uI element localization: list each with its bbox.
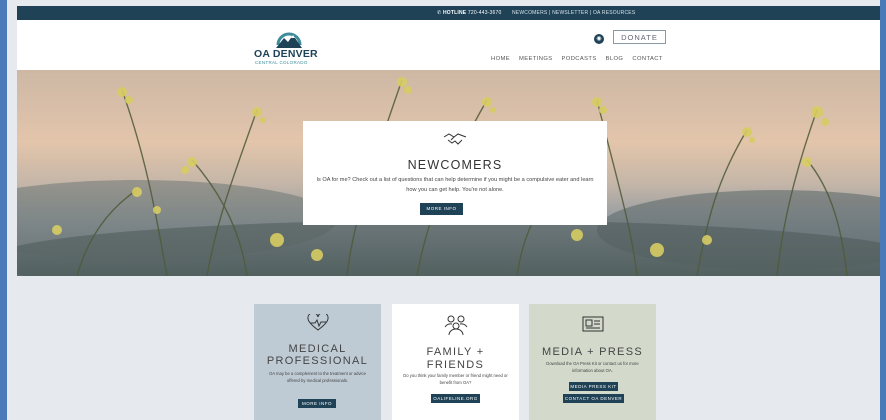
family-text: Do you think your family member or frien… [403,373,508,385]
hero-banner: NEWCOMERS Is OA for me? Check out a list… [17,70,880,276]
medical-text: OA may be a complement to the treatment … [269,371,366,383]
media-title: MEDIA + PRESS [542,346,643,358]
nav-blog[interactable]: BLOG [606,56,624,62]
newcomers-more-info-button[interactable]: MORE INFO [420,203,463,215]
newcomers-title: NEWCOMERS [407,158,503,172]
nav-podcasts[interactable]: PODCASTS [562,56,597,62]
utility-link-newcomers[interactable]: NEWCOMERS [512,10,547,16]
people-group-icon [392,314,519,341]
media-text: Download the OA Press Kit or contact us … [546,361,639,373]
rss-icon[interactable]: ◉ [594,34,604,44]
site-logo[interactable]: OA DENVER CENTRAL COLORADO [254,27,324,67]
handshake-icon [443,133,467,145]
site-header: OA DENVER CENTRAL COLORADO ◉ DONATE HOME… [17,20,880,70]
family-friends-box: FAMILY + FRIENDS Do you think your famil… [392,304,519,420]
hotline-number: 720-443-3670 [467,10,502,16]
media-press-box: MEDIA + PRESS Download the OA Press Kit … [529,304,656,420]
phone-icon: ✆ [437,10,442,16]
window-frame-left [0,0,7,420]
medical-title-line2: PROFESSIONAL [266,355,369,367]
mountain-logo-icon [276,32,302,48]
medical-more-info-button[interactable]: MORE INFO [298,399,336,408]
top-utility-bar: ✆ HOTLINE 720-443-3670 NEWCOMERS | NEWSL… [17,6,880,20]
page: ✆ HOTLINE 720-443-3670 NEWCOMERS | NEWSL… [7,0,880,420]
utility-link-newsletter[interactable]: NEWSLETTER [552,10,588,16]
utility-separator: | [589,10,592,16]
contact-oa-denver-button[interactable]: CONTACT OA DENVER [563,394,624,403]
media-press-kit-button[interactable]: MEDIA PRESS KIT [569,382,618,391]
utility-separator: | [549,10,551,16]
family-title-line2: FRIENDS [426,359,485,371]
window-frame-right [880,0,886,420]
utility-link-oa-resources[interactable]: OA RESOURCES [593,10,635,16]
utility-links: NEWCOMERS | NEWSLETTER | OA RESOURCES [512,10,635,16]
hotline-label: HOTLINE [442,10,467,16]
logo-subtitle: CENTRAL COLORADO [255,60,308,65]
newcomers-text: Is OA for me? Check out a list of questi… [316,177,594,193]
donate-button[interactable]: DONATE [613,30,666,44]
family-title-line1: FAMILY + [426,346,485,358]
medical-title-line1: MEDICAL [288,343,347,355]
heartbeat-icon [254,312,381,337]
medical-professional-box: MEDICAL PROFESSIONAL OA may be a complem… [254,304,381,420]
oalifeline-button[interactable]: OALIFELINE.ORG [431,394,480,403]
nav-meetings[interactable]: MEETINGS [519,56,552,62]
main-nav: HOME MEETINGS PODCASTS BLOG CONTACT [491,56,670,62]
nav-home[interactable]: HOME [491,56,510,62]
newspaper-icon [529,314,656,339]
newcomers-card: NEWCOMERS Is OA for me? Check out a list… [303,121,607,225]
logo-title: OA DENVER [254,48,318,60]
nav-contact[interactable]: CONTACT [632,56,662,62]
hotline[interactable]: ✆ HOTLINE 720-443-3670 [437,10,501,16]
